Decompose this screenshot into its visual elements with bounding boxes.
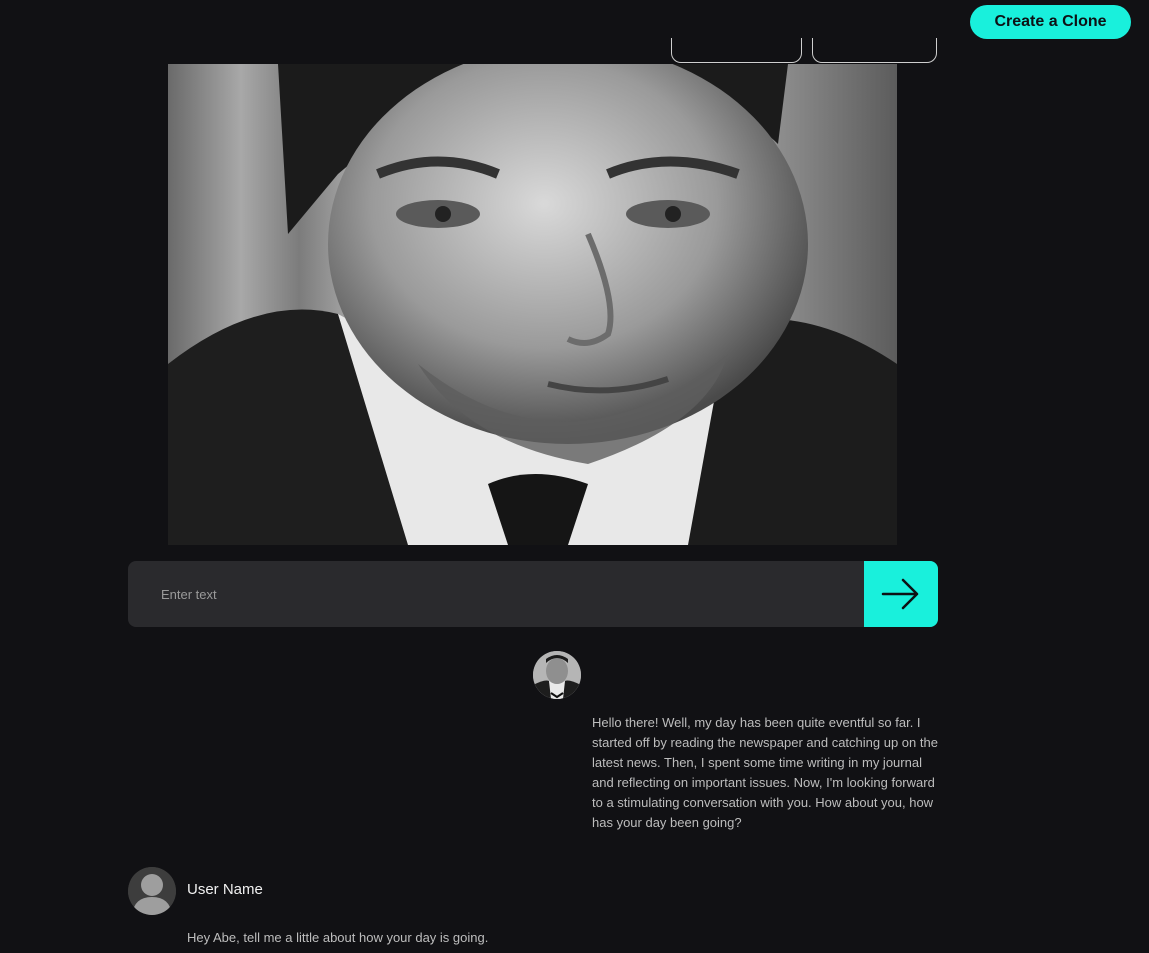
portrait-image	[168, 64, 897, 545]
chat-text-input[interactable]	[128, 561, 864, 627]
user-message-text: Hey Abe, tell me a little about how your…	[187, 930, 489, 945]
chat-page: Create a Clone Enter text Hello there! W…	[0, 0, 1149, 953]
user-avatar-icon	[128, 867, 176, 915]
arrow-right-icon	[881, 578, 919, 610]
bot-avatar-illustration	[533, 651, 581, 699]
create-clone-button[interactable]: Create a Clone	[970, 5, 1131, 39]
nav-pill-button-1[interactable]	[671, 38, 802, 63]
nav-pill-button-2[interactable]	[812, 38, 937, 63]
chat-input-bar	[128, 561, 938, 627]
bot-avatar-image	[533, 651, 581, 699]
top-bar: Create a Clone	[0, 0, 1149, 64]
user-name-label: User Name	[187, 881, 263, 898]
portrait-illustration	[168, 64, 897, 545]
person-silhouette-icon	[128, 867, 176, 915]
send-button[interactable]	[864, 561, 938, 627]
bot-message-text: Hello there! Well, my day has been quite…	[592, 715, 938, 830]
